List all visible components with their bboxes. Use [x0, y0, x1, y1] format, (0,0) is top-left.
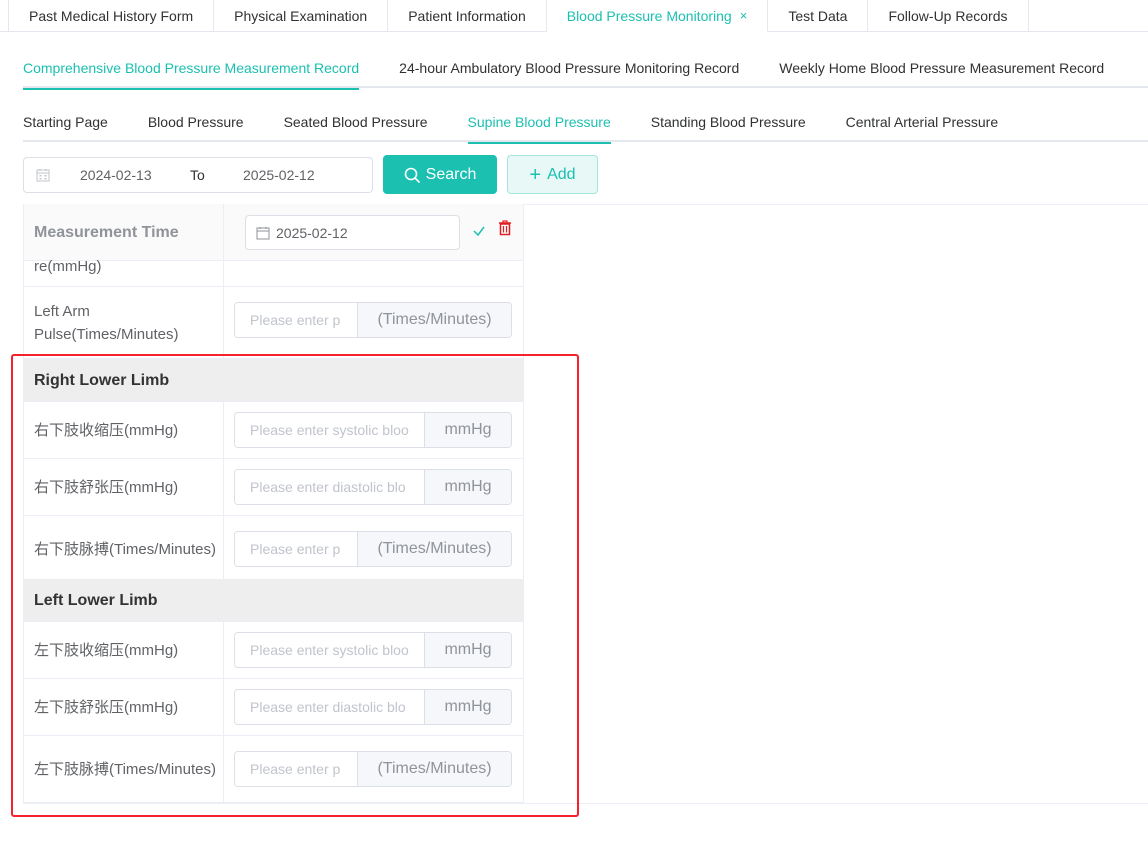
- blood-pressure-form-table: Measurement Time 2025-02-12 re(mmHg) Lef…: [23, 204, 524, 804]
- end-date[interactable]: 2025-02-12: [243, 167, 315, 183]
- search-label: Search: [425, 165, 477, 183]
- calendar-icon: [36, 169, 50, 182]
- unit-label: mmHg: [424, 633, 511, 667]
- measurement-date-picker[interactable]: 2025-02-12: [245, 215, 460, 250]
- row-value-cell: mmHg: [224, 622, 523, 678]
- search-button[interactable]: Search: [383, 155, 497, 194]
- plus-icon: +: [529, 163, 542, 186]
- close-icon[interactable]: ×: [740, 8, 748, 23]
- unit-label: (Times/Minutes): [357, 532, 511, 566]
- record-type-tabs: Comprehensive Blood Pressure Measurement…: [23, 48, 1148, 90]
- header-value-cell: 2025-02-12: [224, 204, 523, 260]
- tab-physical-examination[interactable]: Physical Examination: [214, 0, 389, 32]
- tab-weekly-home-record[interactable]: Weekly Home Blood Pressure Measurement R…: [779, 48, 1104, 88]
- right-lower-systolic-row: 右下肢收缩压(mmHg) mmHg: [24, 402, 523, 459]
- section-title: Right Lower Limb: [34, 371, 170, 389]
- row-label: re(mmHg): [24, 258, 224, 286]
- tab-label: Blood Pressure Monitoring: [566, 7, 732, 24]
- table-header-row: Measurement Time 2025-02-12: [24, 204, 523, 261]
- tab-label: Follow-Up Records: [888, 7, 1008, 24]
- row-label: 左下肢脉搏(Times/Minutes): [24, 736, 224, 802]
- tab-central-arterial-pressure[interactable]: Central Arterial Pressure: [846, 102, 999, 142]
- search-icon: [404, 167, 420, 183]
- left-arm-pulse-field: (Times/Minutes): [234, 302, 512, 338]
- date-separator: To: [190, 167, 205, 183]
- tab-label: Past Medical History Form: [29, 7, 194, 24]
- tab-supine-blood-pressure[interactable]: Supine Blood Pressure: [467, 102, 611, 144]
- right-lower-systolic-field: mmHg: [234, 412, 512, 448]
- right-lower-pulse-input[interactable]: [235, 532, 357, 566]
- check-icon[interactable]: [472, 224, 486, 238]
- tab-follow-up-records[interactable]: Follow-Up Records: [868, 0, 1029, 32]
- tab-label: Patient Information: [408, 7, 526, 24]
- row-label: 右下肢舒张压(mmHg): [24, 459, 224, 515]
- left-lower-diastolic-field: mmHg: [234, 689, 512, 725]
- section-title: Left Lower Limb: [34, 591, 158, 609]
- row-value-cell: mmHg: [224, 459, 523, 515]
- add-label: Add: [547, 165, 576, 183]
- tab-blood-pressure-monitoring[interactable]: Blood Pressure Monitoring ×: [546, 0, 769, 32]
- left-lower-diastolic-input[interactable]: [235, 690, 424, 724]
- unit-label: mmHg: [424, 470, 511, 504]
- unit-label: (Times/Minutes): [357, 752, 511, 786]
- tab-patient-information[interactable]: Patient Information: [388, 0, 547, 32]
- right-lower-pulse-row: 右下肢脉搏(Times/Minutes) (Times/Minutes): [24, 516, 523, 584]
- right-lower-diastolic-row: 右下肢舒张压(mmHg) mmHg: [24, 459, 523, 516]
- row-value-cell: (Times/Minutes): [224, 516, 523, 583]
- row-label-text: re(mmHg): [34, 258, 102, 275]
- left-lower-pulse-row: 左下肢脉搏(Times/Minutes) (Times/Minutes): [24, 736, 523, 803]
- row-value-cell: mmHg: [224, 402, 523, 458]
- row-value-cell: mmHg: [224, 679, 523, 735]
- measurement-type-tabs: Starting Page Blood Pressure Seated Bloo…: [23, 102, 1148, 144]
- left-lower-systolic-field: mmHg: [234, 632, 512, 668]
- tab-standing-blood-pressure[interactable]: Standing Blood Pressure: [651, 102, 806, 142]
- unit-label: mmHg: [424, 690, 511, 724]
- tab-comprehensive-record[interactable]: Comprehensive Blood Pressure Measurement…: [23, 48, 360, 90]
- unit-label: (Times/Minutes): [357, 303, 511, 337]
- trash-icon[interactable]: [498, 220, 512, 236]
- section-header-right-lower-limb: Right Lower Limb: [24, 359, 523, 402]
- left-lower-pulse-field: (Times/Minutes): [234, 751, 512, 787]
- tab-ambulatory-record[interactable]: 24-hour Ambulatory Blood Pressure Monito…: [399, 48, 739, 88]
- add-button[interactable]: + Add: [507, 155, 598, 194]
- tab-past-medical-history[interactable]: Past Medical History Form: [8, 0, 215, 32]
- tab-label: Test Data: [788, 7, 848, 24]
- row-value-cell: (Times/Minutes): [224, 287, 523, 358]
- date-range-picker[interactable]: 2024-02-13 To 2025-02-12: [23, 157, 373, 193]
- tab-label: Physical Examination: [234, 7, 368, 24]
- measurement-time-label: Measurement Time: [24, 204, 224, 260]
- measurement-date-value: 2025-02-12: [276, 224, 348, 241]
- start-date[interactable]: 2024-02-13: [80, 167, 160, 183]
- tab-starting-page[interactable]: Starting Page: [23, 102, 108, 142]
- left-lower-systolic-input[interactable]: [235, 633, 424, 667]
- unit-label: mmHg: [424, 413, 511, 447]
- row-label: 右下肢收缩压(mmHg): [24, 402, 224, 458]
- right-lower-diastolic-field: mmHg: [234, 469, 512, 505]
- left-lower-systolic-row: 左下肢收缩压(mmHg) mmHg: [24, 622, 523, 679]
- section-header-left-lower-limb: Left Lower Limb: [24, 579, 523, 622]
- row-label: 左下肢收缩压(mmHg): [24, 622, 224, 678]
- top-tab-bar: Past Medical History Form Physical Exami…: [0, 0, 1148, 32]
- right-lower-pulse-field: (Times/Minutes): [234, 531, 512, 567]
- table-row: re(mmHg): [24, 258, 523, 287]
- tab-test-data[interactable]: Test Data: [768, 0, 869, 32]
- tab-seated-blood-pressure[interactable]: Seated Blood Pressure: [284, 102, 428, 142]
- row-value-cell: (Times/Minutes): [224, 736, 523, 802]
- tab-blood-pressure[interactable]: Blood Pressure: [148, 102, 244, 142]
- left-arm-pulse-input[interactable]: [235, 303, 357, 337]
- right-lower-systolic-input[interactable]: [235, 413, 424, 447]
- left-arm-pulse-row: Left Arm Pulse(Times/Minutes) (Times/Min…: [24, 287, 523, 359]
- left-lower-diastolic-row: 左下肢舒张压(mmHg) mmHg: [24, 679, 523, 736]
- left-lower-pulse-input[interactable]: [235, 752, 357, 786]
- row-value-cell: [224, 261, 523, 286]
- row-label: 右下肢脉搏(Times/Minutes): [24, 516, 224, 583]
- calendar-icon: [256, 226, 270, 239]
- row-label: 左下肢舒张压(mmHg): [24, 679, 224, 735]
- row-label: Left Arm Pulse(Times/Minutes): [24, 287, 224, 358]
- right-lower-diastolic-input[interactable]: [235, 470, 424, 504]
